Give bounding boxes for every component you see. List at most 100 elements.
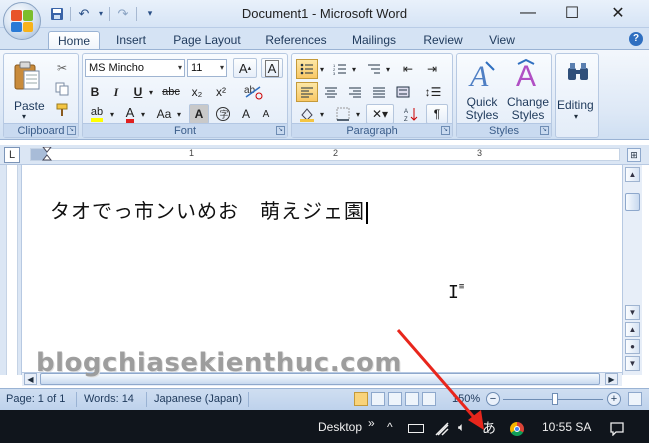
grow-font-small-button[interactable]: A [237, 104, 255, 124]
numbering-dropdown-icon[interactable]: ▾ [350, 59, 358, 79]
font-launcher-icon[interactable]: ↘ [276, 126, 285, 135]
bold-button[interactable]: B [86, 82, 104, 102]
tab-page-layout[interactable]: Page Layout [166, 31, 248, 51]
change-case-button[interactable]: Aa [151, 104, 177, 124]
asian-layout-icon[interactable]: ✕▾ [366, 104, 394, 124]
increase-indent-icon[interactable]: ⇥ [422, 59, 442, 79]
font-name-combo[interactable]: MS Mincho ▾ [85, 59, 185, 77]
toolbar-expand-icon[interactable]: » [368, 416, 375, 430]
change-case-dropdown-icon[interactable]: ▾ [175, 104, 183, 124]
sort-icon[interactable]: AZ [400, 104, 422, 124]
scroll-right-icon[interactable]: ▶ [605, 373, 618, 385]
tab-references[interactable]: References [259, 31, 333, 51]
tab-home[interactable]: Home [48, 31, 100, 51]
justify-icon[interactable] [368, 82, 390, 102]
view-ruler-icon[interactable]: ⊞ [627, 148, 641, 162]
wifi-icon[interactable] [434, 422, 450, 436]
change-case-icon[interactable]: ab [239, 80, 267, 102]
copy-icon[interactable] [52, 81, 72, 97]
underline-button[interactable]: U [129, 82, 147, 102]
maximize-button[interactable]: ☐ [552, 0, 592, 26]
font-color-button[interactable]: A [121, 104, 139, 124]
enclose-characters-icon[interactable]: 字 [213, 104, 233, 124]
editing-group[interactable]: Editing ▾ [555, 53, 599, 138]
format-painter-icon[interactable] [52, 102, 72, 118]
font-size-combo[interactable]: 11 ▾ [187, 59, 227, 77]
borders-icon[interactable] [332, 104, 354, 124]
line-spacing-icon[interactable]: ↕☰ [418, 82, 448, 102]
document-page[interactable]: タオでっ市ンいめお 萌えジェ園 [22, 165, 622, 375]
indent-marker-icon[interactable] [42, 147, 52, 161]
bullets-button[interactable] [296, 59, 318, 79]
shading-dropdown-icon[interactable]: ▾ [318, 104, 326, 124]
zoom-level[interactable]: 150% [452, 393, 480, 405]
desktop-toolbar[interactable]: Desktop [318, 420, 362, 434]
paragraph-launcher-icon[interactable]: ↘ [441, 126, 450, 135]
zoom-in-button[interactable]: + [607, 392, 621, 406]
vertical-scrollbar[interactable]: ▲ ▼ ▲ ● ▼ [622, 165, 642, 375]
scrollbar-thumb[interactable] [625, 193, 640, 211]
shrink-font-button[interactable]: A [257, 104, 275, 124]
select-browse-object-icon[interactable]: ● [625, 339, 640, 354]
resize-grip-icon[interactable] [628, 392, 642, 406]
highlight-dropdown-icon[interactable]: ▾ [108, 104, 116, 124]
tab-review[interactable]: Review [417, 31, 469, 51]
language-indicator[interactable]: Japanese (Japan) [154, 393, 242, 405]
subscript-button[interactable]: x₂ [187, 82, 207, 102]
align-center-icon[interactable] [320, 82, 342, 102]
volume-icon[interactable]: 🔈︎ [458, 420, 465, 435]
underline-dropdown-icon[interactable]: ▾ [147, 82, 155, 102]
strikethrough-button[interactable]: abc [159, 82, 183, 102]
scroll-up-icon[interactable]: ▲ [625, 167, 640, 182]
draft-view-icon[interactable] [422, 392, 436, 406]
distributed-icon[interactable] [392, 82, 414, 102]
tab-view[interactable]: View [480, 31, 524, 51]
zoom-out-button[interactable]: − [486, 392, 500, 406]
font-color-dropdown-icon[interactable]: ▾ [139, 104, 147, 124]
show-hidden-icons-icon[interactable]: ^ [387, 420, 393, 434]
paste-button[interactable]: Paste ▾ [10, 58, 45, 121]
battery-icon[interactable] [408, 424, 424, 433]
page-count[interactable]: Page: 1 of 1 [6, 393, 65, 405]
clock[interactable]: 10:55 SA [542, 420, 591, 434]
print-layout-icon[interactable] [354, 392, 368, 406]
bullets-dropdown-icon[interactable]: ▾ [318, 59, 326, 79]
cut-icon[interactable]: ✂ [52, 60, 72, 76]
previous-page-icon[interactable]: ▲ [625, 322, 640, 337]
office-button[interactable] [3, 2, 41, 40]
web-layout-icon[interactable] [388, 392, 402, 406]
horizontal-ruler[interactable]: 1 2 3 [30, 147, 620, 161]
tab-selector-button[interactable]: L [4, 147, 20, 163]
change-styles-button[interactable]: A Change Styles [505, 56, 551, 124]
chrome-icon[interactable] [510, 422, 524, 436]
show-marks-button[interactable]: ¶ [426, 104, 448, 124]
tab-insert[interactable]: Insert [106, 31, 156, 51]
grow-font-button[interactable]: A ▴ [233, 58, 257, 78]
quick-styles-button[interactable]: A Quick Styles [459, 56, 505, 124]
zoom-slider-thumb[interactable] [552, 393, 558, 405]
clipboard-launcher-icon[interactable]: ↘ [67, 126, 76, 135]
full-screen-reading-icon[interactable] [371, 392, 385, 406]
character-shading-button[interactable]: A [189, 104, 209, 124]
minimize-button[interactable]: — [508, 0, 548, 26]
vertical-ruler[interactable] [0, 165, 22, 375]
action-center-icon[interactable] [610, 422, 624, 436]
align-right-icon[interactable] [344, 82, 366, 102]
superscript-button[interactable]: x² [211, 82, 231, 102]
borders-dropdown-icon[interactable]: ▾ [354, 104, 362, 124]
clear-format-button[interactable]: A [261, 58, 283, 78]
document-text[interactable]: タオでっ市ンいめお 萌えジェ園 [50, 195, 368, 224]
scroll-down-icon[interactable]: ▼ [625, 305, 640, 320]
word-count[interactable]: Words: 14 [84, 393, 134, 405]
next-page-icon[interactable]: ▼ [625, 356, 640, 371]
decrease-indent-icon[interactable]: ⇤ [398, 59, 418, 79]
multilevel-list-icon[interactable] [364, 59, 384, 79]
close-button[interactable]: ✕ [598, 0, 638, 26]
ime-indicator[interactable]: あ [482, 418, 496, 438]
highlight-button[interactable]: ab [86, 104, 108, 124]
italic-button[interactable]: I [107, 82, 125, 102]
align-left-icon[interactable] [296, 82, 318, 102]
numbering-icon[interactable]: 123 [330, 59, 350, 79]
shading-icon[interactable] [296, 104, 318, 124]
outline-view-icon[interactable] [405, 392, 419, 406]
